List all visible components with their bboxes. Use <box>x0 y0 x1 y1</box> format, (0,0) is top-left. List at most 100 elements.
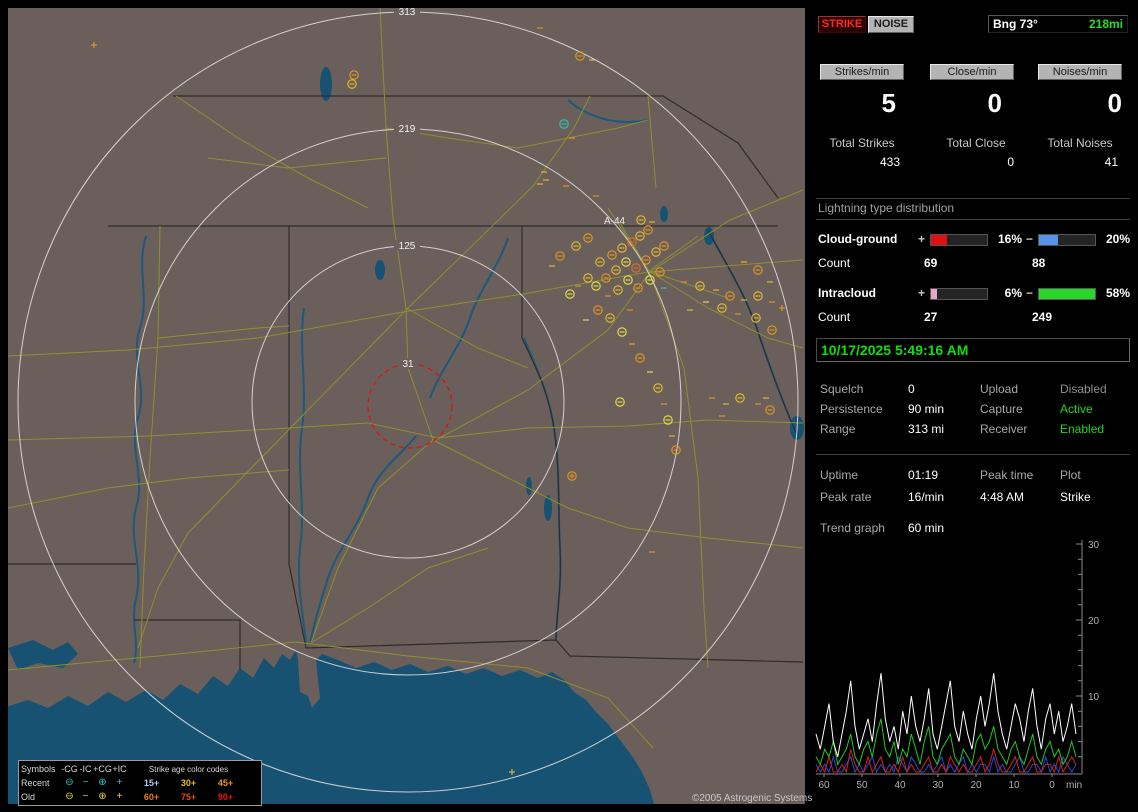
upload-status: Disabled <box>1060 382 1107 396</box>
capture-status: Active <box>1060 402 1093 416</box>
minus-icon: − <box>82 777 89 788</box>
circle-plus-icon: ⊕ <box>98 777 107 788</box>
side-panel: STRIKE NOISE Bng 73° 218mi Strikes/min C… <box>812 8 1134 804</box>
legend-row-old-label: Old <box>21 792 36 802</box>
x-unit-label: min <box>1066 780 1082 791</box>
trend-header-row: Trend graph 60 min <box>812 521 1134 537</box>
negative-pct: 20% <box>1105 232 1130 246</box>
uptime-label: Uptime <box>820 468 859 482</box>
y-tick-30: 30 <box>1088 540 1100 551</box>
persistence-label: Persistence <box>820 402 883 416</box>
trend-graph: 30 20 10 60 50 40 30 20 10 0 min <box>814 536 1130 798</box>
positive-count: 69 <box>924 256 938 270</box>
x-tick-20: 20 <box>970 780 982 791</box>
plot-value: Strike <box>1060 490 1091 504</box>
negative-bar-fill <box>1039 289 1095 299</box>
age-60: 60+ <box>143 792 160 802</box>
divider <box>816 454 1130 455</box>
distribution-title: Lightning type distribution <box>818 201 955 215</box>
status-row: Peak rate 16/min 4:48 AM Strike <box>812 490 1134 506</box>
type-name: Cloud-ground <box>818 232 898 246</box>
legend-row-recent-label: Recent <box>21 778 50 788</box>
intracloud-count-row: Count 27 249 <box>818 310 1128 324</box>
x-tick-0: 0 <box>1049 780 1055 791</box>
x-tick-50: 50 <box>856 780 868 791</box>
settings-row: Range 313 mi Receiver Enabled <box>812 422 1134 438</box>
settings-row: Squelch 0 Upload Disabled <box>812 382 1134 398</box>
negative-bar <box>1038 288 1096 300</box>
noises-per-min-header[interactable]: Noises/min <box>1038 64 1122 80</box>
negative-sign: − <box>1026 232 1034 246</box>
strikes-rate: 5 <box>881 88 896 118</box>
negative-count: 249 <box>1032 310 1053 324</box>
close-per-min-header[interactable]: Close/min <box>930 64 1014 80</box>
cloud-ground-count-row: Count 69 88 <box>818 256 1128 270</box>
total-strikes-value: 433 <box>879 155 900 169</box>
circle-plus-icon: ⊕ <box>98 791 107 802</box>
total-close-value: 0 <box>1007 155 1014 169</box>
app-window: 313 219 125 31 A-44 Symbols -CG -IC +CG … <box>0 0 1138 812</box>
range-label: Range <box>820 422 856 436</box>
squelch-label: Squelch <box>820 382 864 396</box>
legend-age-title: Strike age color codes <box>148 764 229 774</box>
legend-col-neg-ic: -IC <box>79 764 92 774</box>
strikes-per-min-header[interactable]: Strikes/min <box>820 64 904 80</box>
type-name: Intracloud <box>818 286 877 300</box>
y-tick-20: 20 <box>1088 616 1100 627</box>
plus-icon: + <box>116 791 123 802</box>
trend-graph-label: Trend graph <box>820 521 885 535</box>
upload-label: Upload <box>980 382 1019 396</box>
ring-label-313: 313 <box>399 8 416 18</box>
divider <box>816 219 1130 220</box>
count-label: Count <box>818 310 851 324</box>
bearing-value: Bng 73° <box>993 17 1038 31</box>
age-45: 45+ <box>217 778 234 788</box>
circle-minus-icon: ⊖ <box>65 791 74 802</box>
negative-sign: − <box>1026 286 1034 300</box>
positive-sign: + <box>918 232 926 246</box>
receiver-status: Enabled <box>1060 422 1105 436</box>
x-tick-10: 10 <box>1008 780 1020 791</box>
settings-row: Persistence 90 min Capture Active <box>812 402 1134 418</box>
noises-rate: 0 <box>1107 88 1122 118</box>
ring-label-125: 125 <box>399 241 416 252</box>
uptime-value: 01:19 <box>908 468 939 482</box>
negative-pct: 58% <box>1105 286 1130 300</box>
squelch-value: 0 <box>908 382 915 396</box>
positive-bar-fill <box>931 289 937 299</box>
noise-button[interactable]: NOISE <box>868 16 914 33</box>
positive-pct: 6% <box>1004 286 1022 300</box>
peak-time-label: Peak time <box>980 468 1034 482</box>
plus-icon: + <box>116 777 123 788</box>
y-tick-10: 10 <box>1088 692 1100 703</box>
positive-bar-fill <box>931 235 947 245</box>
strike-legend: Symbols -CG -IC +CG +IC Strike age color… <box>18 760 262 806</box>
ring-label-31: 31 <box>402 359 414 370</box>
positive-bar <box>930 288 988 300</box>
range-value: 313 mi <box>908 422 945 436</box>
minus-icon: − <box>82 791 89 802</box>
receiver-label: Receiver <box>980 422 1028 436</box>
bearing-display: Bng 73° 218mi <box>988 15 1128 33</box>
total-close-label: Total Close <box>946 136 1006 150</box>
age-30: 30+ <box>180 778 197 788</box>
legend-col-pos-ic: +IC <box>112 764 127 774</box>
copyright-text: ©2005 Astrogenic Systems <box>692 793 813 804</box>
age-15: 15+ <box>143 778 160 788</box>
datetime-display: 10/17/2025 5:49:16 AM <box>816 338 1130 362</box>
strike-button[interactable]: STRIKE <box>818 16 866 33</box>
legend-symbols-header: Symbols <box>21 764 56 774</box>
capture-label: Capture <box>980 402 1023 416</box>
age-75: 75+ <box>180 792 197 802</box>
legend-col-pos-cg: +CG <box>93 764 112 774</box>
positive-pct: 16% <box>997 232 1022 246</box>
age-90: 90+ <box>217 792 234 802</box>
close-rate: 0 <box>987 88 1002 118</box>
plot-label: Plot <box>1060 468 1081 482</box>
peak-time-value: 4:48 AM <box>980 490 1025 504</box>
cloud-ground-row: Cloud-ground + 16% − 20% <box>818 232 1130 246</box>
map-svg: 313 219 125 31 A-44 <box>3 6 805 804</box>
total-noises-value: 41 <box>1104 155 1118 169</box>
map-canvas[interactable]: 313 219 125 31 A-44 <box>3 6 805 804</box>
legend-col-neg-cg: -CG <box>61 764 78 774</box>
